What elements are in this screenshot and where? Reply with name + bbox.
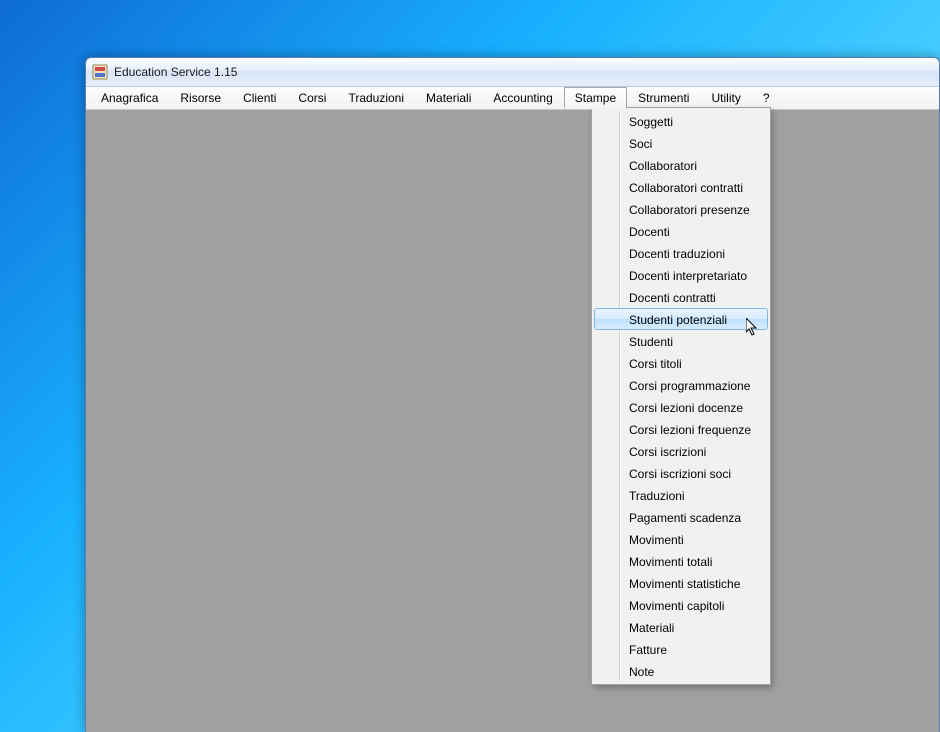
desktop-background: Education Service 1.15 Anagrafica Risors… [0, 0, 940, 732]
dd-movimenti-totali[interactable]: Movimenti totali [594, 550, 768, 572]
dd-collaboratori[interactable]: Collaboratori [594, 154, 768, 176]
dd-corsi-programmazione[interactable]: Corsi programmazione [594, 374, 768, 396]
dd-docenti-traduzioni[interactable]: Docenti traduzioni [594, 242, 768, 264]
menu-materiali[interactable]: Materiali [415, 87, 482, 109]
menu-risorse[interactable]: Risorse [169, 87, 232, 109]
dd-corsi-titoli[interactable]: Corsi titoli [594, 352, 768, 374]
dd-soci[interactable]: Soci [594, 132, 768, 154]
dd-materiali[interactable]: Materiali [594, 616, 768, 638]
app-icon [92, 64, 108, 80]
window-title: Education Service 1.15 [114, 65, 237, 79]
dd-corsi-iscrizioni[interactable]: Corsi iscrizioni [594, 440, 768, 462]
menu-help[interactable]: ? [752, 87, 781, 109]
menubar: Anagrafica Risorse Clienti Corsi Traduzi… [86, 87, 939, 110]
dd-fatture[interactable]: Fatture [594, 638, 768, 660]
menu-accounting[interactable]: Accounting [482, 87, 563, 109]
menu-utility[interactable]: Utility [700, 87, 751, 109]
menu-clienti[interactable]: Clienti [232, 87, 287, 109]
dd-collaboratori-presenze[interactable]: Collaboratori presenze [594, 198, 768, 220]
dd-pagamenti-scadenza[interactable]: Pagamenti scadenza [594, 506, 768, 528]
dd-corsi-lezioni-frequenze[interactable]: Corsi lezioni frequenze [594, 418, 768, 440]
menu-stampe[interactable]: Stampe [564, 87, 627, 109]
dd-soggetti[interactable]: Soggetti [594, 110, 768, 132]
dd-corsi-lezioni-docenze[interactable]: Corsi lezioni docenze [594, 396, 768, 418]
menu-corsi[interactable]: Corsi [287, 87, 337, 109]
dd-traduzioni[interactable]: Traduzioni [594, 484, 768, 506]
dd-studenti-potenziali[interactable]: Studenti potenziali [594, 308, 768, 330]
dd-collaboratori-contratti[interactable]: Collaboratori contratti [594, 176, 768, 198]
dd-studenti[interactable]: Studenti [594, 330, 768, 352]
dd-movimenti[interactable]: Movimenti [594, 528, 768, 550]
titlebar[interactable]: Education Service 1.15 [86, 58, 939, 87]
app-window: Education Service 1.15 Anagrafica Risors… [85, 57, 940, 732]
dd-docenti[interactable]: Docenti [594, 220, 768, 242]
mdi-client-area [86, 110, 939, 732]
dd-movimenti-capitoli[interactable]: Movimenti capitoli [594, 594, 768, 616]
dd-corsi-iscrizioni-soci[interactable]: Corsi iscrizioni soci [594, 462, 768, 484]
menu-traduzioni[interactable]: Traduzioni [337, 87, 415, 109]
dd-docenti-contratti[interactable]: Docenti contratti [594, 286, 768, 308]
menu-anagrafica[interactable]: Anagrafica [90, 87, 169, 109]
dropdown-stampe: Soggetti Soci Collaboratori Collaborator… [591, 107, 771, 685]
dd-docenti-interpretariato[interactable]: Docenti interpretariato [594, 264, 768, 286]
menu-strumenti[interactable]: Strumenti [627, 87, 700, 109]
dd-movimenti-statistiche[interactable]: Movimenti statistiche [594, 572, 768, 594]
dd-note[interactable]: Note [594, 660, 768, 682]
